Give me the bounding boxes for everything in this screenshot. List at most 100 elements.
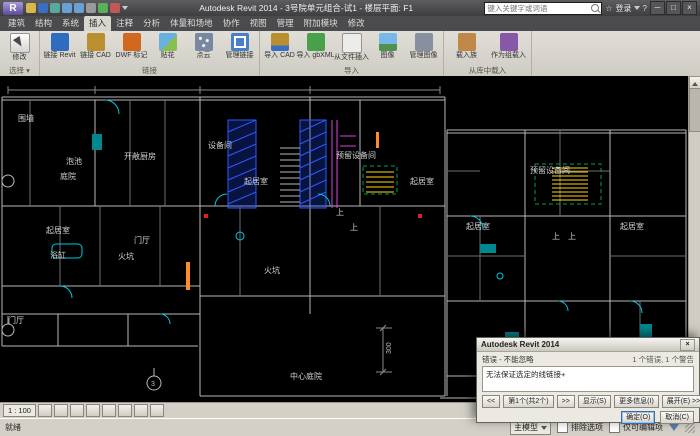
save-icon[interactable] [38,3,48,13]
point-cloud-icon [195,33,213,51]
show-crop-region-icon[interactable] [118,404,132,417]
room-label: 庭院 [60,171,76,181]
modify-cursor-icon [10,33,30,53]
error-message-box[interactable]: 无法保证选定的线链接+ [482,366,694,392]
tab-systems[interactable]: 系统 [57,16,84,31]
insert-from-file-button[interactable]: 从文件插入 [334,32,369,62]
modify-button[interactable]: 修改 [2,32,37,62]
open-file-icon[interactable] [26,3,36,13]
window-controls: ─ □ × [650,1,697,15]
room-label: 预留设备间 [336,150,376,160]
reserved-equipment-highlight-center[interactable] [363,166,397,194]
import-cad-button[interactable]: 导入 CAD [262,32,297,60]
tab-addins[interactable]: 附加模块 [299,16,343,31]
sync-icon[interactable] [50,3,60,13]
help-icon[interactable]: ? [643,2,647,15]
magenta-cad-lines [332,120,356,208]
tab-massing-site[interactable]: 体量和场地 [165,16,218,31]
tab-architecture[interactable]: 建筑 [3,16,30,31]
link-cad-icon [87,33,105,51]
link-revit-button[interactable]: 链接 Revit [42,32,77,60]
panel-import: 导入 CAD 导入 gbXML 从文件插入 图像 管理图像 导入 [260,31,444,76]
load-family-button[interactable]: 载入族 [446,32,487,60]
view-scale-button[interactable]: 1 : 100 [3,404,36,417]
import-gbxml-button[interactable]: 导入 gbXML [298,32,333,60]
next-error-button[interactable]: >> [557,395,575,408]
tab-modify[interactable]: 修改 [343,16,370,31]
search-input[interactable] [487,4,589,13]
vertical-dimension: 300 [376,325,393,375]
stair-treads [280,148,300,202]
dwf-markup-button[interactable]: DWF 标记 [114,32,149,60]
sign-in-chevron-icon [634,6,640,13]
undo-icon[interactable] [62,3,72,13]
tab-annotate[interactable]: 注释 [111,16,138,31]
manage-images-icon [415,33,433,51]
sun-path-icon[interactable] [70,404,84,417]
redo-icon[interactable] [74,3,84,13]
shadows-icon[interactable] [86,404,100,417]
decal-button[interactable]: 贴花 [150,32,185,60]
tab-collaborate[interactable]: 协作 [218,16,245,31]
detail-level-icon[interactable] [38,404,52,417]
load-as-group-button[interactable]: 作为组载入 [488,32,529,60]
filter-icon[interactable] [669,424,679,431]
more-info-button[interactable]: 更多信息(I) [614,395,659,408]
visual-style-icon[interactable] [54,404,68,417]
favorites-icon[interactable]: ☆ [605,2,612,15]
manage-images-button[interactable]: 管理图像 [406,32,441,60]
room-label: 起居室 [46,225,70,235]
search-icon[interactable] [591,4,599,12]
stair-hatch-left [228,120,256,208]
tab-insert[interactable]: 插入 [84,16,111,31]
measure-icon[interactable] [98,3,108,13]
close-button[interactable]: × [682,1,697,15]
temporary-hide-isolate-icon[interactable] [134,404,148,417]
link-cad-button[interactable]: 链接 CAD [78,32,113,60]
panel-select-caption[interactable]: 选择 ▾ [2,64,37,76]
panel-link: 链接 Revit 链接 CAD DWF 标记 贴花 点云 管理链接 [40,31,260,76]
error-position-label: 第1个(共2个) [503,395,553,408]
dialog-close-button[interactable]: × [680,339,695,351]
tab-manage[interactable]: 管理 [272,16,299,31]
grid-bubble-label: 3 [151,381,155,388]
minimize-button[interactable]: ─ [650,1,665,15]
infocenter-search [484,2,602,15]
ribbon-tab-bar: 建筑 结构 系统 插入 注释 分析 体量和场地 协作 视图 管理 附加模块 修改 [0,16,700,31]
room-label: 起居室 [466,221,490,231]
stair-up-label: 上 [552,232,560,241]
panel-link-caption: 链接 [42,64,257,76]
default-3d-view-icon[interactable] [110,3,120,13]
tab-structure[interactable]: 结构 [30,16,57,31]
room-label: 门厅 [134,235,150,245]
room-label: 火坑 [264,265,280,275]
cancel-button[interactable]: 取消(C) [660,411,694,424]
qat-customize-chevron-icon[interactable] [122,6,128,13]
sign-in-button[interactable]: 登录 [616,3,640,14]
image-icon [379,33,397,51]
crop-view-icon[interactable] [102,404,116,417]
stair-up-label: 上 [568,232,576,241]
vertical-scroll-thumb[interactable] [689,88,700,132]
maximize-button[interactable]: □ [666,1,681,15]
manage-links-button[interactable]: 管理链接 [222,32,257,60]
reveal-hidden-elements-icon[interactable] [150,404,164,417]
room-label: 中心庭院 [290,371,322,381]
tab-analyze[interactable]: 分析 [138,16,165,31]
point-cloud-button[interactable]: 点云 [186,32,221,60]
decal-icon [159,33,177,51]
image-button[interactable]: 图像 [370,32,405,60]
load-as-group-icon [500,33,518,51]
stair-up-label: 上 [336,208,344,217]
application-menu-button[interactable]: R [3,2,23,15]
show-button[interactable]: 显示(S) [578,395,611,408]
tab-view[interactable]: 视图 [245,16,272,31]
panel-load-caption: 从库中载入 [446,64,529,76]
room-label: 起居室 [410,176,434,186]
previous-error-button[interactable]: << [482,395,500,408]
manage-links-icon [231,33,249,51]
print-icon[interactable] [86,3,96,13]
expand-button[interactable]: 展开(E) >> [662,395,700,408]
error-dialog-title-bar[interactable]: Autodesk Revit 2014 × [477,338,699,352]
ok-button[interactable]: 确定(O) [621,411,655,424]
